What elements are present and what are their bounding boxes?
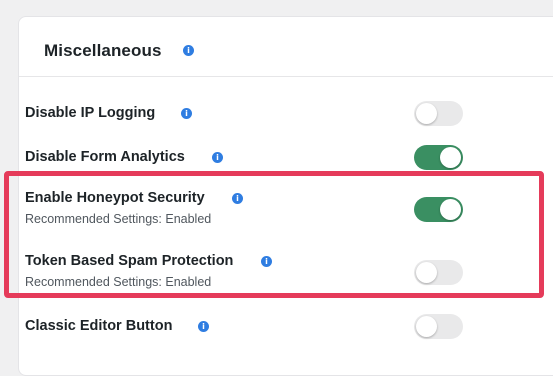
toggle-enable-honeypot-security[interactable]: [414, 197, 463, 222]
info-icon[interactable]: i: [261, 256, 272, 267]
toggle-knob: [416, 316, 437, 337]
panel-header: Miscellaneous i: [19, 17, 553, 77]
setting-label-classic-editor-button: Classic Editor Button: [25, 318, 173, 334]
setting-recommendation: Recommended Settings: Enabled: [25, 275, 212, 289]
toggle-disable-ip-logging[interactable]: [414, 101, 463, 126]
toggle-knob: [416, 103, 437, 124]
toggle-disable-form-analytics[interactable]: [414, 145, 463, 170]
info-icon[interactable]: i: [232, 193, 243, 204]
setting-label-token-based-spam-protection: Token Based Spam Protection: [25, 253, 234, 269]
info-icon[interactable]: i: [212, 152, 223, 163]
toggle-knob: [416, 262, 437, 283]
info-icon[interactable]: i: [198, 321, 209, 332]
section-title: Miscellaneous: [44, 41, 162, 60]
setting-label-disable-ip-logging: Disable IP Logging: [25, 105, 156, 121]
toggle-classic-editor-button[interactable]: [414, 314, 463, 339]
toggle-knob: [440, 147, 461, 168]
info-icon[interactable]: i: [181, 108, 192, 119]
setting-recommendation: Recommended Settings: Enabled: [25, 212, 212, 226]
info-icon[interactable]: i: [183, 45, 194, 56]
setting-label-disable-form-analytics: Disable Form Analytics: [25, 149, 185, 165]
toggle-knob: [440, 199, 461, 220]
setting-label-enable-honeypot-security: Enable Honeypot Security: [25, 190, 205, 206]
toggle-token-based-spam-protection[interactable]: [414, 260, 463, 285]
